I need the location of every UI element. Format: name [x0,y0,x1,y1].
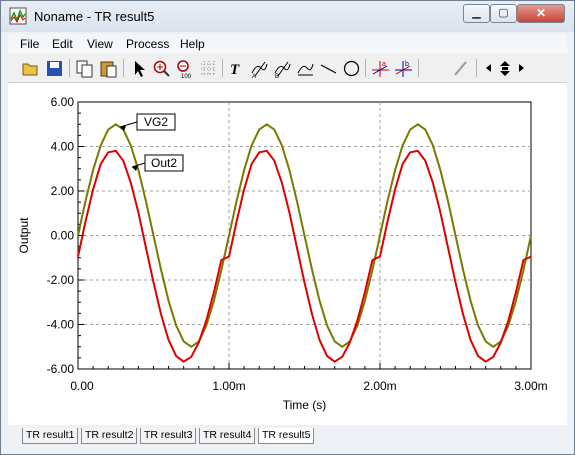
y-tick-label: 4.00 [51,140,75,154]
annotation-vg2-text: VG2 [144,115,168,129]
tab-tr-result2[interactable]: TR result2 [81,428,138,444]
zoom-out-icon[interactable]: 100 [174,58,195,80]
nav-icon[interactable] [482,58,528,79]
toolbar-separator [418,59,419,77]
svg-text:b: b [405,61,409,68]
probe-icon[interactable] [450,58,471,79]
label2-icon[interactable]: B [272,58,293,80]
chart-app-icon [9,7,27,25]
cursor-a-icon[interactable]: a [370,58,391,79]
grid-icon[interactable] [198,58,219,79]
x-tick-label: 1.00m [212,379,245,393]
open-icon[interactable] [20,58,41,79]
paste-icon[interactable] [98,58,119,79]
chart-canvas: 6.00 4.00 2.00 0.00 -2.00 -4.00 -6.00 0.00 1.00m… [8,83,567,425]
svg-text:B: B [275,74,279,79]
svg-text:A: A [252,74,256,79]
y-tick-label: -4.00 [47,318,75,332]
chart-svg: 6.00 4.00 2.00 0.00 -2.00 -4.00 -6.00 0.00 1.00m… [17,95,548,412]
toolbar-separator [476,59,477,77]
svg-text:a: a [382,61,386,68]
save-icon[interactable] [44,58,65,79]
x-tick-label: 0.00 [70,379,94,393]
y-tick-label: 6.00 [51,95,75,109]
y-tick-label: 0.00 [51,229,75,243]
tab-tr-result4[interactable]: TR result4 [199,428,256,444]
app-window: Noname - TR result5 ▁ ▢ ✕ File Edit View… [0,0,575,455]
line-icon[interactable] [318,58,339,79]
toolbar-separator [365,59,366,77]
toolbar: 100 T A B a b [8,54,567,83]
menu-help[interactable]: Help [180,37,205,51]
x-tick-label: 2.00m [363,379,396,393]
menu-bar: File Edit View Process Help [8,34,567,53]
label3-icon[interactable] [295,58,316,79]
close-button[interactable]: ✕ [517,4,565,23]
menu-process[interactable]: Process [126,37,169,51]
y-tick-label: -6.00 [47,362,75,376]
minimize-button[interactable]: ▁ [463,4,490,23]
toolbar-separator [123,59,124,77]
pointer-icon[interactable] [128,58,149,79]
y-tick-label: -2.00 [47,273,75,287]
toolbar-separator [69,59,70,77]
x-tick-label: 3.00m [514,379,547,393]
cursor-b-icon[interactable]: b [393,58,414,79]
menu-edit[interactable]: Edit [52,37,73,51]
circle-icon[interactable] [341,58,362,79]
menu-file[interactable]: File [20,37,39,51]
svg-text:100: 100 [181,74,192,79]
title-bar: Noname - TR result5 ▁ ▢ ✕ [1,1,574,32]
tab-tr-result5[interactable]: TR result5 [258,428,315,444]
x-axis-label: Time (s) [283,398,327,412]
maximize-button[interactable]: ▢ [490,4,517,23]
svg-text:T: T [230,62,240,78]
copy-icon[interactable] [74,58,95,79]
tab-tr-result3[interactable]: TR result3 [140,428,197,444]
toolbar-separator [222,59,223,77]
text-icon[interactable]: T [226,58,247,79]
label-icon[interactable]: A [249,58,270,80]
y-axis-label: Output [17,217,31,254]
result-tabs: TR result1 TR result2 TR result3 TR resu… [8,426,567,446]
window-title: Noname - TR result5 [34,9,155,24]
zoom-in-icon[interactable] [151,58,172,79]
y-tick-label: 2.00 [51,184,75,198]
tab-tr-result1[interactable]: TR result1 [22,428,79,444]
annotation-out2-text: Out2 [151,156,177,170]
menu-view[interactable]: View [87,37,113,51]
